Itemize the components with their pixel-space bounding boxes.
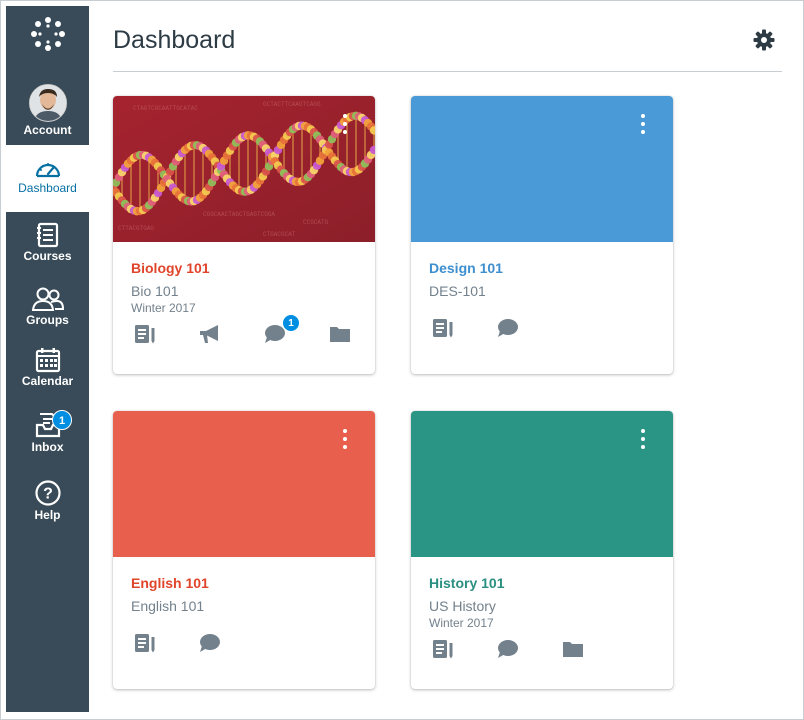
svg-text:CTAGTCGCAATTGCATAC: CTAGTCGCAATTGCATAC [133, 105, 198, 112]
svg-text:CGGCAACTAGCTGAGTCGGA: CGGCAACTAGCTGAGTCGGA [203, 211, 275, 218]
discussion-bubble-icon [498, 319, 518, 337]
gear-icon [753, 29, 775, 51]
course-term: Winter 2017 [131, 301, 196, 315]
svg-text:CTTACGTGAG: CTTACGTGAG [118, 225, 154, 232]
course-card-hero[interactable] [411, 411, 673, 557]
announcements-button[interactable] [195, 320, 225, 350]
assignments-icon [433, 640, 453, 659]
course-title[interactable]: Design 101 [429, 260, 503, 276]
card-options-button[interactable] [339, 429, 351, 453]
page-title: Dashboard [113, 26, 236, 54]
nav-calendar-label: Calendar [21, 374, 74, 388]
files-button[interactable] [558, 635, 588, 665]
dna-image: CTAGTCGCAATTGCATAC GCTACTTCAAGTCAGG CGGC… [113, 96, 375, 242]
course-card-hero-image[interactable]: CTAGTCGCAATTGCATAC GCTACTTCAAGTCAGG CGGC… [113, 96, 375, 242]
course-title[interactable]: Biology 101 [131, 260, 210, 276]
nav-groups[interactable]: Groups [6, 286, 89, 327]
courses-book-icon [36, 222, 58, 248]
assignments-button[interactable] [428, 635, 458, 665]
svg-text:CTGACGCAT: CTGACGCAT [263, 231, 296, 238]
nav-courses-label: Courses [23, 249, 72, 263]
card-action-bar [411, 314, 673, 344]
header-divider [113, 71, 782, 72]
discussions-button[interactable] [493, 314, 523, 344]
course-code: US History [429, 598, 496, 614]
assignments-button[interactable] [428, 314, 458, 344]
groups-people-icon [31, 287, 64, 311]
course-code: DES-101 [429, 283, 486, 299]
nav-help-label: Help [34, 508, 61, 522]
card-options-button[interactable] [637, 429, 649, 453]
files-button[interactable] [325, 320, 355, 350]
nav-help[interactable]: ? Help [6, 479, 89, 522]
course-card-hero[interactable] [113, 411, 375, 557]
dashboard-gauge-icon [35, 163, 60, 178]
nav-inbox[interactable]: 1 Inbox [6, 410, 89, 454]
course-card-biology[interactable]: CTAGTCGCAATTGCATAC GCTACTTCAAGTCAGG CGGC… [113, 96, 375, 374]
discussions-button[interactable]: 1 [260, 314, 300, 350]
course-card-history[interactable]: History 101 US History Winter 2017 [411, 411, 673, 689]
megaphone-icon [200, 325, 218, 343]
calendar-icon [35, 348, 60, 373]
assignments-icon [433, 319, 453, 338]
card-action-bar [113, 629, 375, 659]
nav-dashboard[interactable]: Dashboard [6, 145, 89, 212]
nav-groups-label: Groups [26, 313, 69, 327]
nav-calendar[interactable]: Calendar [6, 347, 89, 388]
nav-inbox-label: Inbox [31, 440, 64, 454]
avatar [28, 84, 67, 122]
card-options-button[interactable] [637, 114, 649, 138]
assignments-icon [135, 325, 155, 344]
course-code: Bio 101 [131, 283, 179, 299]
discussion-unread-badge: 1 [282, 314, 300, 332]
course-card-hero[interactable] [411, 96, 673, 242]
svg-text:CCGCATG: CCGCATG [303, 219, 329, 226]
canvas-logo-icon [30, 17, 65, 51]
discussion-bubble-icon [498, 640, 518, 658]
inbox-unread-badge: 1 [52, 410, 72, 430]
discussion-bubble-icon [200, 634, 220, 652]
assignments-button[interactable] [130, 629, 160, 659]
discussions-button[interactable] [493, 635, 523, 665]
svg-text:GCTACTTCAAGTCAGG: GCTACTTCAAGTCAGG [263, 101, 321, 108]
course-card-design[interactable]: Design 101 DES-101 [411, 96, 673, 374]
course-title[interactable]: History 101 [429, 575, 504, 591]
nav-courses[interactable]: Courses [6, 222, 89, 263]
folder-icon [563, 642, 583, 657]
course-term: Winter 2017 [429, 616, 494, 630]
nav-account[interactable]: Account [6, 84, 89, 137]
dashboard-options-button[interactable] [752, 28, 776, 52]
global-navigation: Account Dashboard Courses Groups Calenda… [6, 6, 89, 712]
card-action-bar [411, 635, 673, 665]
card-action-bar: 1 [113, 314, 375, 350]
course-code: English 101 [131, 598, 205, 614]
folder-icon [330, 327, 350, 342]
nav-dashboard-label: Dashboard [18, 181, 77, 195]
card-options-button[interactable] [339, 114, 351, 138]
canvas-logo[interactable] [6, 14, 89, 66]
discussions-button[interactable] [195, 629, 225, 659]
course-card-english[interactable]: English 101 English 101 [113, 411, 375, 689]
help-question-glyph: ? [43, 486, 53, 503]
course-title[interactable]: English 101 [131, 575, 209, 591]
assignments-button[interactable] [130, 320, 160, 350]
nav-account-label: Account [23, 123, 72, 137]
help-question-icon: ? [34, 480, 61, 506]
assignments-icon [135, 634, 155, 653]
